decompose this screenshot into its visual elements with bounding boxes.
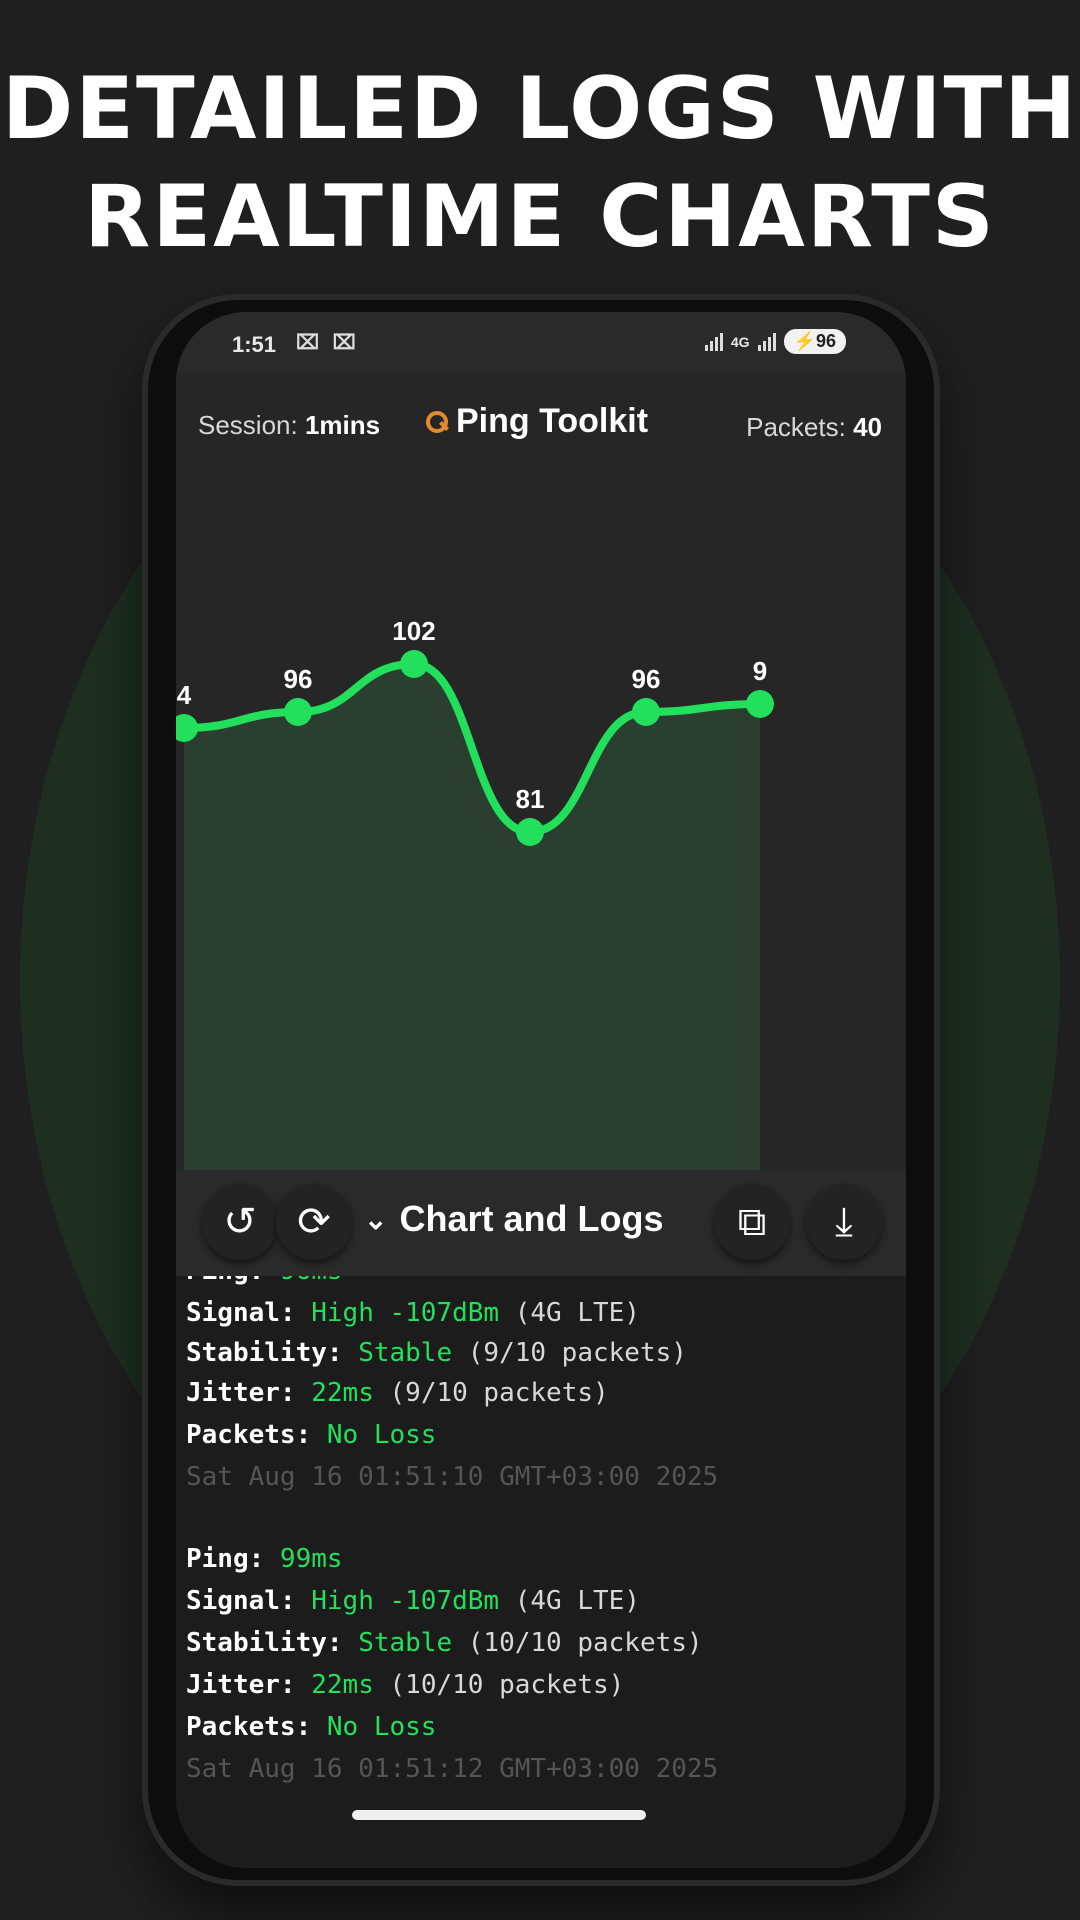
session-value: 1mins [304, 410, 381, 440]
log-value: 22ms [311, 1378, 374, 1408]
chart-point[interactable] [284, 698, 312, 726]
promo-headline: DETAILED LOGS WITH REALTIME CHARTS [0, 55, 1080, 271]
log-value: No Loss [326, 1420, 437, 1450]
screenshot-icons: ⌧ ⌧ [296, 332, 360, 354]
network-type-label: 4G [730, 333, 750, 350]
phone-frame: 1:51 ⌧ ⌧ 4G ⚡96 Session: 1mins Ping Tool… [148, 300, 934, 1880]
log-timestamp: Sat Aug 16 01:51:10 GMT+03:00 2025 [186, 1462, 719, 1492]
chart-point[interactable] [516, 818, 544, 846]
copy-icon: ⧉ [737, 1199, 767, 1244]
chart-toolbar: ↺ ⟳ ⌄ Chart and Logs ⧉ ⤓ [176, 1170, 906, 1276]
log-value: Stable [358, 1628, 453, 1658]
log-key: Jitter: [186, 1378, 312, 1408]
log-entry: Signal: High -107dBm (4G LTE) [186, 1586, 640, 1616]
log-timestamp: Sat Aug 16 01:51:12 GMT+03:00 2025 [186, 1754, 719, 1784]
history-icon: ↺ [223, 1200, 257, 1244]
log-entry: Packets: No Loss [186, 1712, 436, 1742]
chart-point[interactable] [400, 650, 428, 678]
ping-toolkit-logo-icon [426, 410, 448, 433]
log-entry: Packets: No Loss [186, 1420, 436, 1450]
refresh-button[interactable]: ⟳ [276, 1184, 352, 1260]
log-extra: (4G LTE) [499, 1586, 640, 1616]
packets-value: 40 [853, 412, 882, 442]
log-entry: Ping: 99ms [186, 1544, 343, 1574]
chart-data-label: 96 [284, 664, 313, 694]
log-value: No Loss [326, 1712, 437, 1742]
log-extra: (9/10 packets) [452, 1338, 687, 1368]
log-value: Stable [358, 1338, 453, 1368]
log-entry: Stability: Stable (10/10 packets) [186, 1628, 703, 1658]
log-value: High -107dBm [311, 1298, 500, 1328]
headline-line-1: DETAILED LOGS WITH [1, 59, 1079, 159]
log-value: 22ms [311, 1670, 374, 1700]
log-key: Ping: [186, 1276, 280, 1286]
ping-chart-svg: 4 96 102 81 96 9 [176, 616, 774, 1170]
packets-info: Packets: 40 [746, 412, 882, 443]
log-key: Ping: [186, 1544, 280, 1574]
chart-logs-toggle[interactable]: ⌄ Chart and Logs [364, 1198, 663, 1240]
log-extra: (10/10 packets) [373, 1670, 625, 1700]
download-button[interactable]: ⤓ [806, 1184, 882, 1260]
log-entry: Jitter: 22ms (9/10 packets) [186, 1378, 609, 1408]
chart-point[interactable] [632, 698, 660, 726]
refresh-icon: ⟳ [297, 1200, 331, 1244]
history-button[interactable]: ↺ [202, 1184, 278, 1260]
log-key: Stability: [186, 1338, 359, 1368]
log-key: Signal: [186, 1298, 312, 1328]
chart-data-label: 96 [632, 664, 661, 694]
log-list[interactable]: Ping: 96msSignal: High -107dBm (4G LTE)S… [176, 1276, 906, 1868]
log-entry: Jitter: 22ms (10/10 packets) [186, 1670, 624, 1700]
log-key: Packets: [186, 1712, 327, 1742]
chart-data-label: 81 [516, 784, 545, 814]
headline-line-2: REALTIME CHARTS [84, 167, 996, 267]
app-bar: Session: 1mins Ping Toolkit Packets: 40 [176, 372, 906, 482]
log-value: High -107dBm [311, 1586, 500, 1616]
chevron-down-icon: ⌄ [364, 1203, 388, 1235]
log-value: 99ms [279, 1544, 343, 1574]
chart-point[interactable] [746, 690, 774, 718]
signal-icon-2 [757, 332, 776, 351]
status-time: 1:51 [232, 332, 277, 357]
phone-screen: 1:51 ⌧ ⌧ 4G ⚡96 Session: 1mins Ping Tool… [176, 312, 906, 1868]
log-entry: Stability: Stable (9/10 packets) [186, 1338, 687, 1368]
log-extra: (9/10 packets) [373, 1378, 609, 1408]
log-value: 96ms [280, 1276, 343, 1286]
log-extra: (4G LTE) [499, 1298, 640, 1328]
session-info: Session: 1mins [198, 410, 380, 441]
signal-icon [704, 332, 723, 351]
copy-button[interactable]: ⧉ [714, 1184, 790, 1260]
log-entry: Signal: High -107dBm (4G LTE) [186, 1298, 640, 1328]
chart-data-label: 9 [753, 656, 767, 686]
home-indicator[interactable] [352, 1810, 646, 1820]
log-key: Jitter: [186, 1670, 312, 1700]
log-extra: (10/10 packets) [452, 1628, 703, 1658]
ping-chart[interactable]: 4 96 102 81 96 9 [176, 482, 906, 1170]
log-key: Packets: [186, 1420, 327, 1450]
download-icon: ⤓ [835, 1199, 853, 1244]
battery-level: 96 [815, 331, 836, 351]
log-key: Stability: [186, 1628, 359, 1658]
session-label: Session: [198, 410, 298, 440]
log-entry: Ping: 96ms [186, 1276, 343, 1286]
chart-logs-title: Chart and Logs [399, 1198, 664, 1239]
app-brand: Ping Toolkit [426, 402, 648, 441]
status-bar: 1:51 ⌧ ⌧ 4G ⚡96 [176, 312, 906, 372]
battery-indicator: ⚡96 [783, 329, 846, 354]
packets-label: Packets: [746, 412, 846, 442]
chart-data-label: 102 [392, 616, 435, 646]
status-right: 4G ⚡96 [704, 329, 846, 354]
app-name: Ping Toolkit [456, 402, 649, 440]
log-key: Signal: [186, 1586, 312, 1616]
chart-data-label: 4 [177, 680, 192, 710]
